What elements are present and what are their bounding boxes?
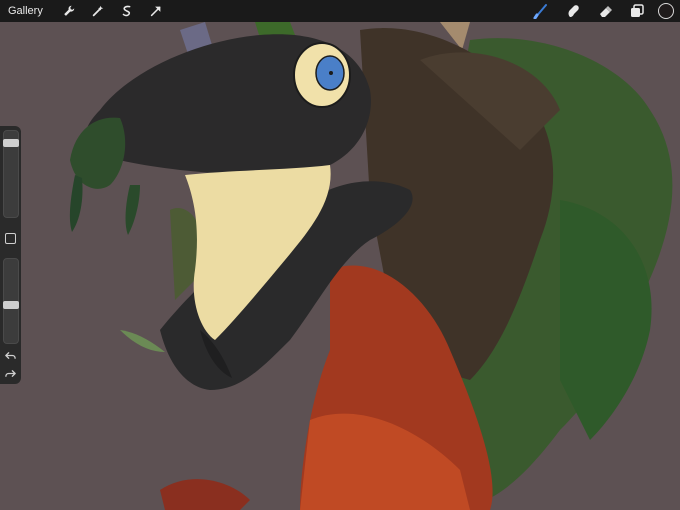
smudge-icon[interactable]: [562, 0, 584, 22]
toolbar-right-group: [530, 0, 680, 22]
opacity-slider[interactable]: [3, 258, 19, 344]
eraser-icon[interactable]: [594, 0, 616, 22]
color-swatch-button[interactable]: [658, 3, 674, 19]
brush-size-thumb[interactable]: [3, 139, 19, 147]
redo-icon[interactable]: [4, 367, 17, 380]
brush-icon[interactable]: [530, 0, 552, 22]
eye-pupil: [329, 71, 333, 75]
left-sidebar: [0, 126, 21, 384]
brush-size-slider[interactable]: [3, 130, 19, 218]
toolbar-left-group: Gallery: [0, 0, 167, 22]
magic-wand-icon[interactable]: [87, 0, 109, 22]
undo-icon[interactable]: [4, 349, 17, 362]
opacity-thumb[interactable]: [3, 301, 19, 310]
modify-square-icon[interactable]: [5, 233, 16, 244]
selection-icon[interactable]: [116, 0, 138, 22]
wrench-icon[interactable]: [58, 0, 80, 22]
top-toolbar: Gallery: [0, 0, 680, 22]
procreate-app: Gallery: [0, 0, 680, 510]
transform-arrow-icon[interactable]: [145, 0, 167, 22]
layers-icon[interactable]: [626, 0, 648, 22]
gallery-button[interactable]: Gallery: [0, 5, 51, 17]
drawing-canvas[interactable]: [0, 0, 680, 510]
